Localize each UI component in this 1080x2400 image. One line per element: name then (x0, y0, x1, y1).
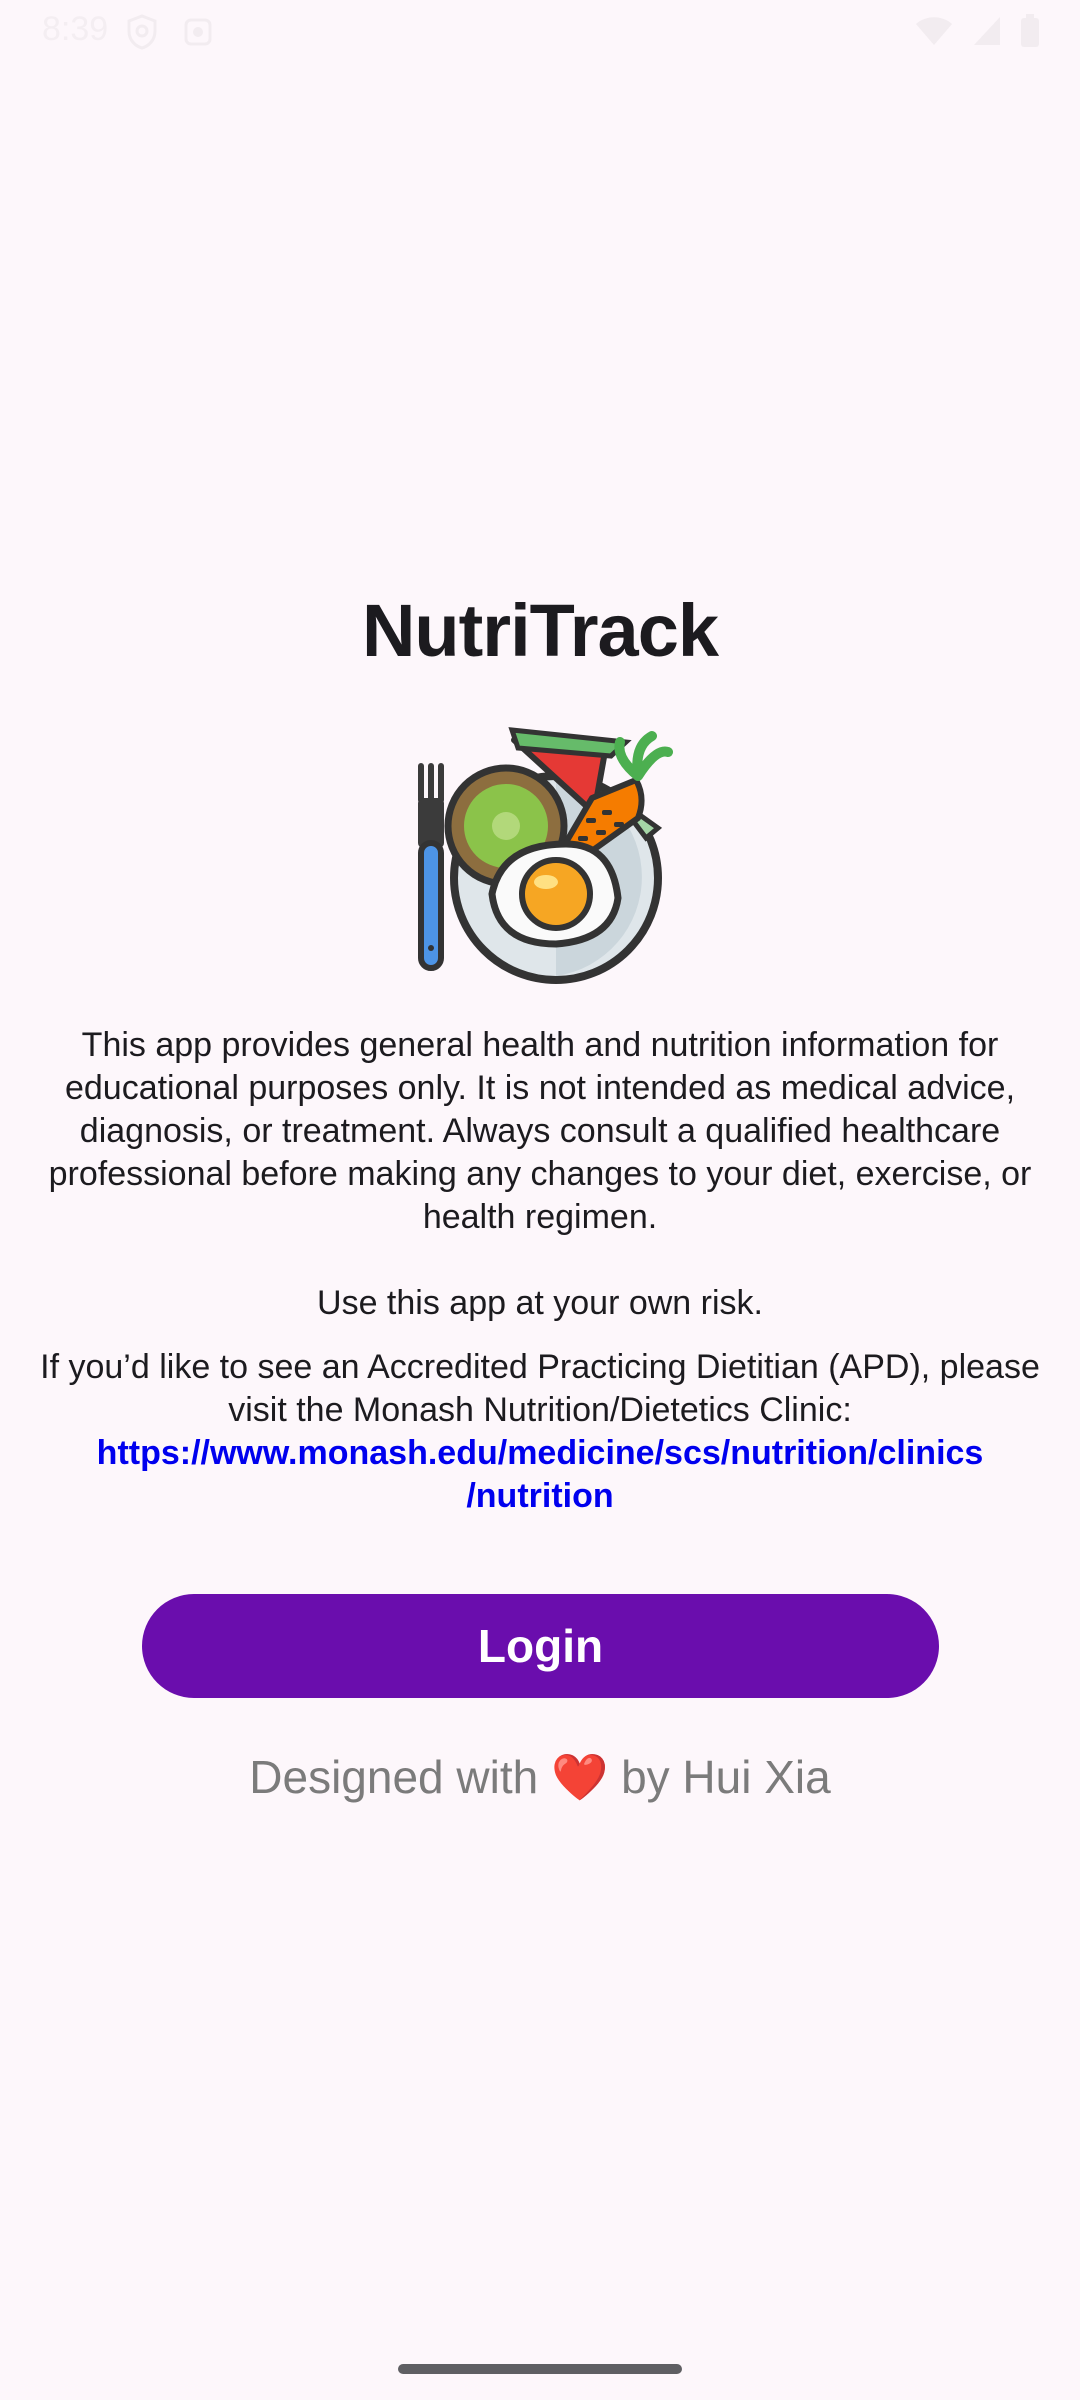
status-time: 8:39 (42, 10, 109, 48)
signal-icon (972, 15, 1002, 52)
risk-warning: Use this app at your own risk. (317, 1284, 763, 1322)
clinic-link-line2: /nutrition (466, 1477, 614, 1515)
notification-icon (182, 14, 214, 55)
credit-prefix: Designed with (249, 1751, 539, 1803)
apd-info-text: If you’d like to see an Accredited Pract… (40, 1348, 1040, 1429)
clinic-link-line1: https://www.monash.edu/medicine/scs/nutr… (96, 1434, 984, 1472)
login-button[interactable]: Login (142, 1594, 939, 1698)
credit-suffix: by Hui Xia (621, 1751, 831, 1803)
status-right-icons (914, 14, 1040, 53)
wifi-icon (914, 15, 954, 52)
clinic-link[interactable]: https://www.monash.edu/medicine/scs/nutr… (60, 1432, 1020, 1518)
app-title: NutriTrack (361, 589, 719, 672)
fork-icon (418, 763, 444, 971)
food-plate-icon (406, 718, 674, 986)
battery-icon (1020, 14, 1040, 53)
disclaimer-text: This app provides general health and nut… (48, 1026, 1032, 1236)
status-left-icons (126, 14, 214, 55)
shield-icon (126, 14, 158, 55)
status-bar: 8:39 (0, 0, 1080, 64)
home-indicator[interactable] (398, 2364, 682, 2374)
heart-icon: ❤️ (551, 1751, 609, 1803)
credit-text: Designed with ❤️ by Hui Xia (0, 1750, 1080, 1805)
